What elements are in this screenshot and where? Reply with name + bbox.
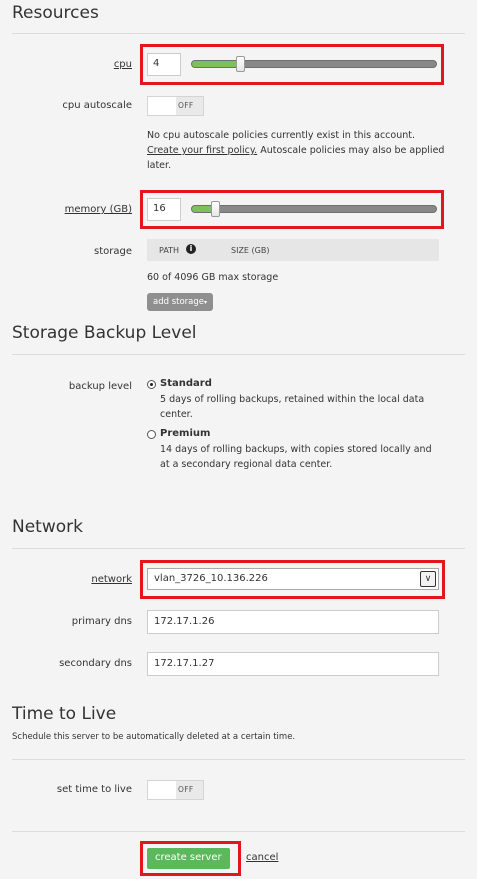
resources-title: Resources: [12, 3, 99, 23]
toggle-knob: [148, 97, 176, 115]
ttl-description: Schedule this server to be automatically…: [12, 732, 296, 742]
backup-premium-desc-line2: at a secondary regional data center.: [160, 459, 333, 470]
autoscale-note-line1: No cpu autoscale policies currently exis…: [147, 130, 415, 141]
add-storage-label: add storage: [153, 297, 204, 307]
cancel-link[interactable]: cancel: [246, 852, 278, 863]
divider: [12, 759, 465, 760]
backup-level-label: backup level: [68, 381, 132, 392]
autoscale-note-line2: Autoscale policies may also be applied: [257, 145, 445, 156]
backup-premium-title[interactable]: Premium: [160, 428, 210, 439]
network-label[interactable]: network: [91, 574, 132, 585]
ttl-toggle[interactable]: OFF: [147, 780, 204, 800]
primary-dns-input[interactable]: 172.17.1.26: [147, 610, 439, 634]
network-title: Network: [12, 517, 83, 537]
highlight-box: [140, 190, 444, 229]
memory-label[interactable]: memory (GB): [65, 204, 132, 215]
backup-standard-desc-line2: center.: [160, 409, 193, 420]
cpu-autoscale-label: cpu autoscale: [62, 100, 132, 111]
autoscale-note: No cpu autoscale policies currently exis…: [147, 128, 447, 173]
storage-table-header: PATH i SIZE (GB): [147, 239, 439, 261]
secondary-dns-label: secondary dns: [59, 658, 132, 669]
backup-premium-desc: 14 days of rolling backups, with copies …: [160, 442, 432, 472]
divider: [12, 831, 465, 832]
toggle-knob: [148, 781, 176, 799]
storage-info: 60 of 4096 GB max storage: [147, 272, 279, 283]
add-storage-button[interactable]: add storage▾: [147, 293, 214, 311]
caret-down-icon: ▾: [204, 299, 208, 306]
info-circle-icon[interactable]: i: [186, 244, 196, 254]
toggle-state: OFF: [178, 101, 194, 110]
create-policy-link[interactable]: Create your first policy.: [147, 145, 257, 156]
divider: [12, 548, 465, 549]
backup-standard-title[interactable]: Standard: [160, 378, 212, 389]
backup-standard-desc: 5 days of rolling backups, retained with…: [160, 392, 424, 422]
ttl-title: Time to Live: [12, 704, 117, 724]
primary-dns-label: primary dns: [71, 616, 132, 627]
toggle-state: OFF: [178, 785, 194, 794]
storage-col-size: SIZE (GB): [231, 246, 270, 255]
backup-standard-desc-line1: 5 days of rolling backups, retained with…: [160, 394, 425, 405]
backup-title: Storage Backup Level: [12, 323, 197, 343]
secondary-dns-input[interactable]: 172.17.1.27: [147, 652, 439, 676]
highlight-box: [140, 560, 445, 599]
storage-label: storage: [94, 246, 132, 257]
divider: [12, 33, 465, 34]
highlight-box: [140, 841, 241, 876]
autoscale-note-line3: later.: [147, 160, 172, 171]
storage-col-path: PATH: [159, 246, 180, 255]
highlight-box: [140, 44, 444, 85]
cpu-label[interactable]: cpu: [114, 59, 132, 70]
backup-premium-desc-line1: 14 days of rolling backups, with copies …: [160, 444, 432, 455]
backup-premium-radio[interactable]: [147, 430, 156, 439]
divider: [12, 354, 465, 355]
cpu-autoscale-toggle[interactable]: OFF: [147, 96, 204, 116]
backup-standard-radio[interactable]: [147, 380, 156, 389]
ttl-label: set time to live: [56, 784, 132, 795]
